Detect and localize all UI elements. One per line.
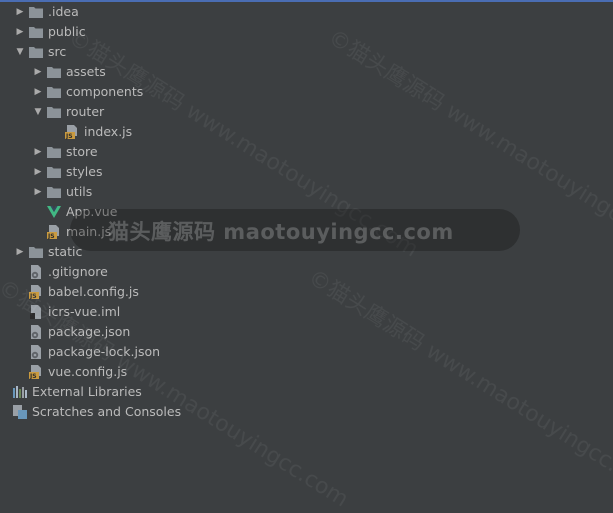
chevron-down-icon[interactable]: ▼ <box>12 42 28 62</box>
chevron-right-icon[interactable]: ▶ <box>12 22 28 42</box>
tree-item-utils[interactable]: ▶ utils <box>0 182 613 202</box>
folder-icon <box>46 164 62 180</box>
scratches-icon <box>12 404 28 420</box>
tree-item-router[interactable]: ▼ router <box>0 102 613 122</box>
tree-item-index-js[interactable]: ▶JSindex.js <box>0 122 613 142</box>
tree-item-idea[interactable]: ▶ .idea <box>0 2 613 22</box>
chevron-right-icon[interactable]: ▶ <box>12 2 28 22</box>
svg-text:JS: JS <box>29 293 37 300</box>
chevron-down-icon[interactable]: ▼ <box>30 102 46 122</box>
tree-item-gitignore[interactable]: ▶.gitignore <box>0 262 613 282</box>
tree-item-label: .gitignore <box>48 264 108 279</box>
tree-item-label: package.json <box>48 324 131 339</box>
tree-item-label: index.js <box>84 124 133 139</box>
folder-icon <box>46 64 62 80</box>
libraries-icon <box>12 384 28 400</box>
tree-item-components[interactable]: ▶ components <box>0 82 613 102</box>
tree-item-package-json[interactable]: ▶package.json <box>0 322 613 342</box>
tree-item-vue-config-js[interactable]: ▶JSvue.config.js <box>0 362 613 382</box>
svg-text:JS: JS <box>29 373 37 380</box>
chevron-right-icon[interactable]: ▶ <box>30 142 46 162</box>
tree-item-label: Scratches and Consoles <box>32 404 182 419</box>
chevron-right-icon[interactable]: ▶ <box>30 182 46 202</box>
tree-item-babel-config-js[interactable]: ▶JSbabel.config.js <box>0 282 613 302</box>
tree-item-icrs-vue-iml[interactable]: ▶icrs-vue.iml <box>0 302 613 322</box>
tree-item-label: src <box>48 44 67 59</box>
tree-item-scratches-and-consoles[interactable]: Scratches and Consoles <box>0 402 613 422</box>
config-file-icon <box>28 324 44 340</box>
vue-file-icon <box>46 204 62 220</box>
folder-icon <box>46 184 62 200</box>
tree-item-external-libraries[interactable]: External Libraries <box>0 382 613 402</box>
tree-item-label: package-lock.json <box>48 344 161 359</box>
tree-item-label: utils <box>66 184 93 199</box>
svg-text:JS: JS <box>47 233 55 240</box>
folder-icon <box>46 144 62 160</box>
folder-icon <box>46 104 62 120</box>
tree-item-assets[interactable]: ▶ assets <box>0 62 613 82</box>
folder-icon <box>28 4 44 20</box>
tree-item-styles[interactable]: ▶ styles <box>0 162 613 182</box>
tree-item-label: assets <box>66 64 106 79</box>
tree-item-label: External Libraries <box>32 384 142 399</box>
folder-icon <box>28 44 44 60</box>
chevron-right-icon[interactable]: ▶ <box>30 82 46 102</box>
config-file-icon <box>28 344 44 360</box>
js-file-icon: JS <box>46 224 62 240</box>
tree-item-label: vue.config.js <box>48 364 128 379</box>
js-file-icon: JS <box>28 284 44 300</box>
svg-text:JS: JS <box>65 133 73 140</box>
folder-icon <box>28 244 44 260</box>
tree-item-label: public <box>48 24 86 39</box>
chevron-right-icon[interactable]: ▶ <box>30 162 46 182</box>
js-file-icon: JS <box>28 364 44 380</box>
watermark-text: 猫头鹰源码 maotouyingcc.com <box>108 220 454 244</box>
js-file-icon: JS <box>64 124 80 140</box>
tree-item-label: icrs-vue.iml <box>48 304 121 319</box>
folder-icon <box>28 24 44 40</box>
tree-item-label: store <box>66 144 98 159</box>
tree-item-public[interactable]: ▶ public <box>0 22 613 42</box>
tree-item-label: .idea <box>48 4 79 19</box>
tree-item-package-lock-json[interactable]: ▶package-lock.json <box>0 342 613 362</box>
folder-icon <box>46 84 62 100</box>
tree-item-src[interactable]: ▼ src <box>0 42 613 62</box>
tree-item-label: router <box>66 104 105 119</box>
config-file-icon <box>28 264 44 280</box>
chevron-right-icon[interactable]: ▶ <box>12 242 28 262</box>
tree-item-label: styles <box>66 164 103 179</box>
tree-item-store[interactable]: ▶ store <box>0 142 613 162</box>
tree-item-label: components <box>66 84 144 99</box>
module-file-icon <box>28 304 44 320</box>
tree-item-label: babel.config.js <box>48 284 139 299</box>
chevron-right-icon[interactable]: ▶ <box>30 62 46 82</box>
